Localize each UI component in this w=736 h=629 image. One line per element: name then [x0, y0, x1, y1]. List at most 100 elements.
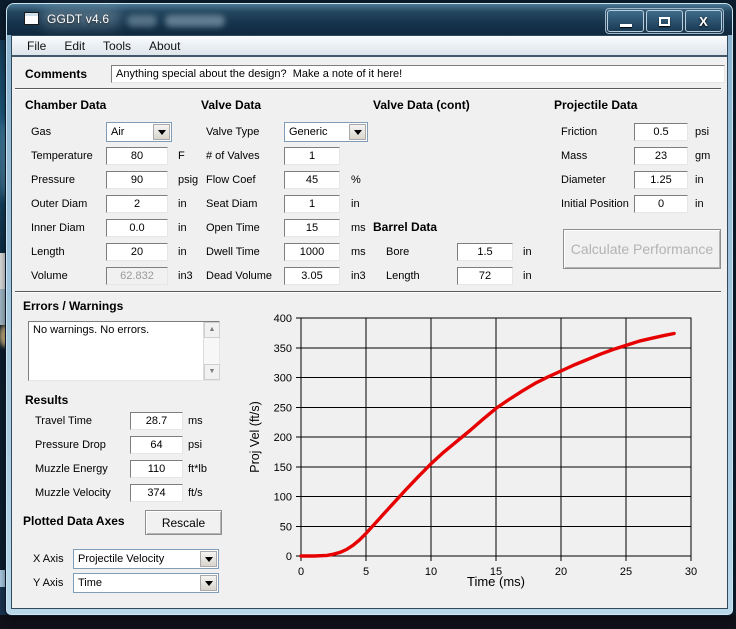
maximize-icon	[659, 17, 670, 26]
bore-unit: in	[523, 246, 532, 258]
muzzle-energy-label: Muzzle Energy	[35, 463, 108, 475]
svg-text:250: 250	[274, 402, 292, 414]
svg-text:100: 100	[274, 492, 292, 504]
initial-position-row: Initial Position in	[15, 194, 725, 214]
pressure-drop-unit: psi	[188, 439, 202, 451]
y-axis-select[interactable]: Time	[73, 573, 219, 593]
menu-tools[interactable]: Tools	[94, 37, 140, 55]
chevron-down-icon[interactable]	[200, 575, 217, 591]
x-axis-selected-value: Projectile Velocity	[78, 553, 164, 565]
diameter-unit: in	[695, 174, 704, 186]
travel-time-label: Travel Time	[35, 415, 92, 427]
svg-text:10: 10	[425, 566, 437, 578]
rescale-button[interactable]: Rescale	[145, 510, 222, 535]
friction-label: Friction	[561, 126, 597, 138]
svg-text:400: 400	[274, 313, 292, 325]
svg-text:25: 25	[620, 566, 632, 578]
svg-text:20: 20	[555, 566, 567, 578]
barrel-length-label: Length	[386, 270, 420, 282]
mass-input[interactable]	[634, 147, 688, 165]
x-axis-label: X Axis	[33, 553, 64, 565]
blurred-text-fragment	[165, 15, 225, 27]
friction-unit: psi	[695, 126, 709, 138]
close-icon: X	[699, 14, 708, 29]
barrel-length-row: Length in	[15, 266, 725, 286]
svg-text:0: 0	[286, 551, 292, 563]
pressure-drop-label: Pressure Drop	[35, 439, 106, 451]
open-time-unit: ms	[351, 222, 366, 234]
minimize-button[interactable]	[607, 10, 644, 32]
bore-label: Bore	[386, 246, 409, 258]
svg-text:Time (ms): Time (ms)	[467, 574, 525, 589]
x-axis-select[interactable]: Projectile Velocity	[73, 549, 219, 569]
barrel-data-header: Barrel Data	[373, 220, 437, 234]
svg-text:5: 5	[363, 566, 369, 578]
diameter-input[interactable]	[634, 171, 688, 189]
calculate-performance-button: Calculate Performance	[563, 229, 721, 269]
app-window: GGDT v4.6 X File Edit Tools About Commen…	[6, 3, 733, 615]
muzzle-velocity-output[interactable]	[130, 484, 183, 502]
diameter-row: Diameter in	[15, 170, 725, 190]
svg-text:50: 50	[280, 521, 292, 533]
window-controls: X	[605, 8, 724, 34]
close-button[interactable]: X	[685, 10, 722, 32]
comments-label: Comments	[25, 67, 87, 81]
svg-text:0: 0	[298, 566, 304, 578]
mass-label: Mass	[561, 150, 587, 162]
projectile-data-header: Projectile Data	[554, 98, 637, 112]
titlebar[interactable]: GGDT v4.6 X	[7, 4, 732, 35]
travel-time-output[interactable]	[130, 412, 183, 430]
comments-input[interactable]	[111, 65, 725, 83]
scrollbar[interactable]: ▲ ▼	[203, 322, 219, 380]
chamber-data-header: Chamber Data	[25, 98, 106, 112]
window-body: File Edit Tools About Comments Chamber D…	[11, 35, 728, 609]
open-time-input[interactable]	[284, 219, 340, 237]
divider	[15, 88, 721, 90]
svg-text:300: 300	[274, 373, 292, 385]
window-title: GGDT v4.6	[47, 12, 109, 26]
y-axis-label: Y Axis	[33, 577, 63, 589]
scroll-up-icon[interactable]: ▲	[204, 322, 220, 338]
results-header: Results	[25, 393, 68, 407]
barrel-length-input[interactable]	[457, 267, 513, 285]
errors-warnings-text: No warnings. No errors.	[33, 324, 149, 336]
svg-text:Proj Vel (ft/s): Proj Vel (ft/s)	[248, 401, 262, 473]
chevron-down-icon[interactable]	[200, 551, 217, 567]
initial-position-label: Initial Position	[561, 198, 629, 210]
menu-file[interactable]: File	[18, 37, 55, 55]
maximize-button[interactable]	[646, 10, 683, 32]
blurred-text-fragment	[127, 15, 157, 27]
svg-text:200: 200	[274, 432, 292, 444]
open-time-label: Open Time	[206, 222, 260, 234]
muzzle-energy-unit: ft*lb	[188, 463, 207, 475]
muzzle-velocity-unit: ft/s	[188, 487, 203, 499]
svg-text:350: 350	[274, 343, 292, 355]
divider	[15, 291, 721, 293]
svg-text:150: 150	[274, 462, 292, 474]
initial-position-unit: in	[695, 198, 704, 210]
initial-position-input[interactable]	[634, 195, 688, 213]
friction-row: Friction psi	[15, 122, 725, 142]
muzzle-energy-output[interactable]	[130, 460, 183, 478]
bore-input[interactable]	[457, 243, 513, 261]
valve-data-cont-header: Valve Data (cont)	[373, 98, 470, 112]
svg-text:30: 30	[685, 566, 697, 578]
mass-row: Mass gm	[15, 146, 725, 166]
app-icon	[24, 12, 39, 25]
friction-input[interactable]	[634, 123, 688, 141]
velocity-chart: 050100150200250300350400051015202530Time…	[243, 305, 721, 605]
errors-warnings-box[interactable]: No warnings. No errors. ▲ ▼	[28, 321, 220, 381]
scroll-down-icon[interactable]: ▼	[204, 364, 220, 380]
valve-data-header: Valve Data	[201, 98, 261, 112]
travel-time-unit: ms	[188, 415, 203, 427]
minimize-icon	[620, 24, 632, 27]
taskbar-strip	[0, 615, 736, 629]
menu-about[interactable]: About	[140, 37, 189, 55]
barrel-length-unit: in	[523, 270, 532, 282]
pressure-drop-output[interactable]	[130, 436, 183, 454]
errors-warnings-header: Errors / Warnings	[23, 299, 123, 313]
diameter-label: Diameter	[561, 174, 606, 186]
menu-edit[interactable]: Edit	[55, 37, 94, 55]
menu-bar: File Edit Tools About	[12, 36, 727, 57]
client-area: Comments Chamber Data Valve Data Valve D…	[15, 59, 727, 608]
